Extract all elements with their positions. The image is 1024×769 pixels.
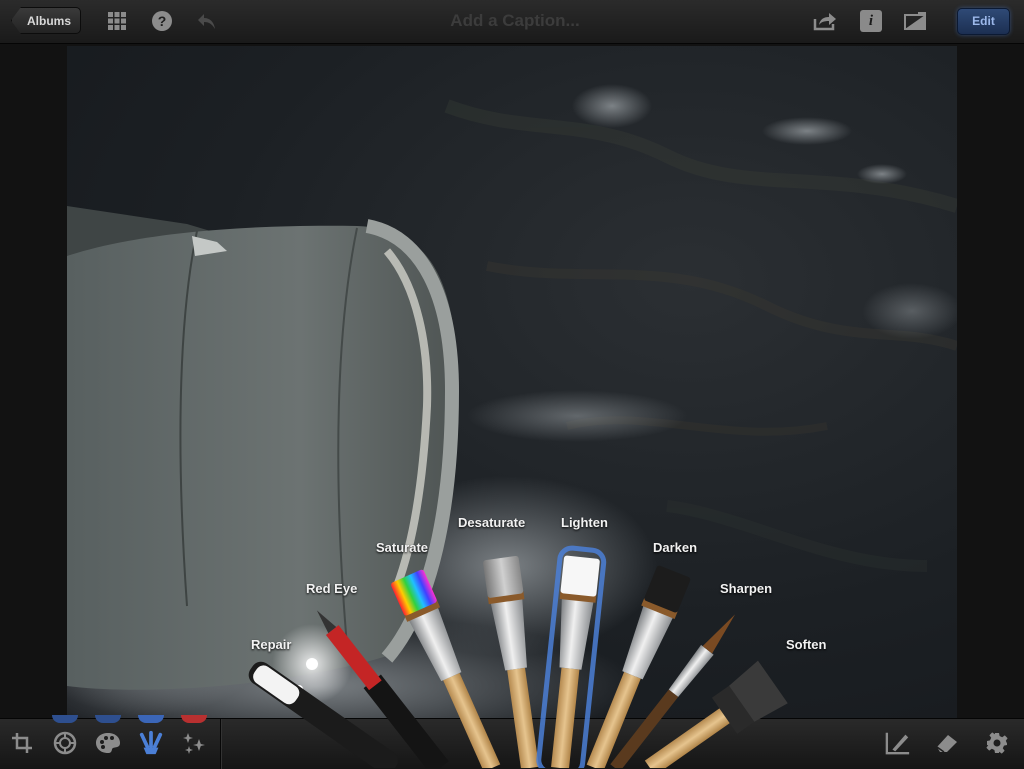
settings-gear-icon[interactable] <box>984 730 1010 756</box>
caption-field[interactable]: Add a Caption... <box>380 8 650 34</box>
brush-label-repair: Repair <box>251 637 292 652</box>
crop-icon[interactable] <box>9 730 35 756</box>
tab-indicator <box>95 715 121 723</box>
brush-apply-icon[interactable] <box>885 730 911 756</box>
effects-icon[interactable] <box>181 730 207 756</box>
share-icon[interactable] <box>813 9 837 33</box>
photo-canvas[interactable] <box>67 46 957 718</box>
edit-button[interactable]: Edit <box>957 8 1010 35</box>
albums-back-button[interactable]: Albums <box>11 7 82 34</box>
svg-text:?: ? <box>158 13 167 29</box>
brush-label-lighten: Lighten <box>561 515 608 530</box>
help-icon[interactable]: ? <box>150 9 174 33</box>
compare-icon[interactable] <box>904 9 928 33</box>
brushes-icon[interactable] <box>138 730 164 756</box>
brush-label-darken: Darken <box>653 540 698 555</box>
top-toolbar: Albums ? Add a Caption... i Edit <box>0 0 1024 44</box>
tab-indicator <box>181 715 207 723</box>
brush-label-sharpen: Sharpen <box>720 581 773 596</box>
brush-label-desaturate: Desaturate <box>458 515 526 530</box>
brush-label-soften: Soften <box>786 637 827 652</box>
brush-label-red-eye: Red Eye <box>306 581 358 596</box>
tab-indicator <box>52 715 78 723</box>
grid-icon[interactable] <box>105 9 129 33</box>
airplane-engine-photo <box>67 84 957 718</box>
exposure-icon[interactable] <box>52 730 78 756</box>
eraser-icon[interactable] <box>934 730 960 756</box>
info-icon[interactable]: i <box>860 10 882 32</box>
undo-icon[interactable] <box>195 9 219 33</box>
toolbar-divider <box>220 719 221 769</box>
tab-indicator <box>138 715 164 723</box>
brush-label-saturate: Saturate <box>376 540 429 555</box>
color-palette-icon[interactable] <box>95 730 121 756</box>
bottom-toolbar <box>0 715 1024 769</box>
